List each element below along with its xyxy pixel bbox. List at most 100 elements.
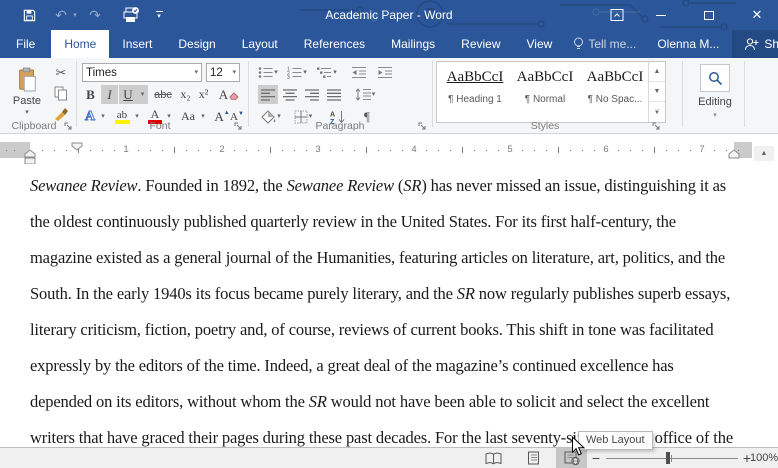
shading-button[interactable]: ▾ — [258, 107, 284, 126]
text-effects-button[interactable]: A — [82, 107, 98, 126]
tab-view[interactable]: View — [514, 30, 566, 58]
styles-scroll-down[interactable]: ▼ — [649, 82, 665, 102]
grow-font-label: A — [214, 109, 223, 125]
clipboard-dialog-launcher[interactable] — [64, 122, 73, 131]
tab-references[interactable]: References — [291, 30, 378, 58]
document-line[interactable]: expressly by the editors of the time. In… — [30, 356, 750, 378]
scroll-up-button[interactable]: ▲ — [754, 146, 774, 161]
tab-review[interactable]: Review — [448, 30, 513, 58]
paragraph-dialog-launcher[interactable] — [418, 122, 427, 131]
subscript-button[interactable]: x₂ — [177, 85, 194, 104]
clear-formatting-button[interactable]: A — [218, 85, 240, 104]
share-person-icon — [744, 37, 759, 51]
close-button[interactable]: ✕ — [744, 0, 770, 30]
shrink-font-label: A — [230, 111, 238, 123]
ruler-tick — [582, 150, 583, 151]
ruler-tick — [546, 150, 547, 151]
zoom-slider-thumb[interactable] — [666, 452, 670, 464]
font-name-combobox[interactable]: Times ▾ — [82, 63, 202, 82]
document-line[interactable]: depended on its editors, without whom th… — [30, 392, 750, 414]
underline-button[interactable]: U — [119, 85, 137, 104]
first-line-indent-marker[interactable] — [71, 142, 83, 151]
cut-button[interactable]: ✂ — [50, 64, 72, 82]
ruler-tick — [630, 150, 631, 151]
justify-button[interactable] — [324, 85, 344, 104]
superscript-button[interactable]: x² — [195, 85, 212, 104]
numbering-button[interactable]: 123 ▾ — [284, 63, 310, 82]
read-mode-button[interactable] — [478, 448, 509, 468]
account-name[interactable]: Olenna M... — [644, 30, 732, 58]
editing-dropdown[interactable]: ▾ — [708, 109, 722, 121]
line-spacing-icon — [355, 88, 371, 101]
tab-insert[interactable]: Insert — [109, 30, 165, 58]
styles-scroll-up[interactable]: ▲ — [649, 62, 665, 82]
document-line[interactable]: literary criticism, fiction, poetry and,… — [30, 320, 750, 342]
document-line[interactable]: South. In the early 1940s its focus beca… — [30, 284, 750, 306]
ribbon-display-options-button[interactable] — [604, 0, 630, 30]
copy-button[interactable] — [50, 84, 72, 102]
document-line[interactable]: Sewanee Review. Founded in 1892, the Sew… — [30, 176, 750, 198]
increase-indent-button[interactable] — [374, 63, 396, 82]
underline-dropdown[interactable]: ▾ — [137, 85, 148, 104]
print-layout-button[interactable] — [518, 448, 549, 468]
chevron-down-icon: ▾ — [274, 69, 278, 76]
style-no-spacing[interactable]: AaBbCcI ¶ No Spac... — [583, 69, 647, 119]
right-indent-marker[interactable] — [728, 149, 740, 159]
editing-button[interactable] — [700, 64, 730, 92]
chevron-down-icon: ▾ — [232, 69, 236, 76]
chevron-down-icon: ▾ — [167, 113, 171, 120]
scissors-icon: ✂ — [56, 65, 67, 81]
ruler[interactable]: 1234567 — [0, 134, 752, 164]
document-line[interactable]: the oldest continuously published quarte… — [30, 212, 750, 234]
font-dialog-launcher[interactable] — [234, 122, 243, 131]
ruler-tick — [570, 150, 571, 151]
strikethrough-button[interactable]: abc — [151, 85, 175, 104]
ruler-tick — [534, 150, 535, 151]
chevron-down-icon: ▾ — [333, 69, 337, 76]
style-normal[interactable]: AaBbCcI ¶ Normal — [513, 69, 577, 119]
align-right-button[interactable] — [302, 85, 322, 104]
tab-design[interactable]: Design — [165, 30, 228, 58]
paste-clipboard-icon — [16, 67, 38, 93]
style-heading1[interactable]: AaBbCcI ¶ Heading 1 — [443, 69, 507, 119]
tab-file[interactable]: File — [0, 30, 51, 58]
ruler-halfinch-tick — [366, 147, 367, 153]
minimize-button[interactable] — [648, 0, 674, 30]
vertical-scrollbar[interactable]: ▲ — [752, 134, 778, 447]
tell-me-box[interactable]: Tell me... — [565, 30, 644, 58]
bullets-button[interactable]: ▾ — [256, 63, 280, 82]
styles-gallery-more[interactable]: ▼ — [649, 102, 665, 122]
editing-label: Editing — [686, 96, 744, 109]
share-button[interactable]: Share — [732, 30, 778, 58]
maximize-button[interactable] — [696, 0, 722, 30]
document-page[interactable]: Sewanee Review. Founded in 1892, the Sew… — [0, 164, 752, 447]
font-color-label: A — [151, 109, 160, 120]
line-spacing-button[interactable]: ▾ — [352, 85, 378, 104]
grow-font-button[interactable]: A ▲ — [214, 107, 230, 126]
tab-home[interactable]: Home — [51, 30, 109, 58]
italic-button[interactable]: I — [101, 85, 118, 104]
ruler-tick — [330, 150, 331, 151]
text-effects-dropdown[interactable]: ▾ — [98, 107, 108, 126]
ruler-tick — [246, 150, 247, 151]
bold-button[interactable]: B — [82, 85, 99, 104]
tab-mailings[interactable]: Mailings — [378, 30, 448, 58]
zoom-slider-track[interactable] — [606, 458, 738, 459]
styles-dialog-launcher[interactable] — [652, 122, 661, 131]
text-run: expressly by the editors of the time. In… — [30, 356, 674, 375]
close-icon: ✕ — [752, 7, 763, 23]
text-run-italic: SR — [309, 392, 327, 411]
tab-layout[interactable]: Layout — [229, 30, 291, 58]
align-left-button[interactable] — [258, 85, 278, 104]
shrink-arrow-icon: ▼ — [238, 111, 244, 117]
zoom-out-button[interactable]: − — [588, 448, 604, 468]
align-center-button[interactable] — [280, 85, 300, 104]
tell-me-label: Tell me... — [588, 37, 636, 51]
decrease-indent-button[interactable] — [348, 63, 370, 82]
document-line[interactable]: magazine existed as a general journal of… — [30, 248, 750, 270]
font-size-combobox[interactable]: 12 ▾ — [206, 63, 240, 82]
zoom-level[interactable]: 100% — [750, 448, 778, 468]
multilevel-list-button[interactable]: ▾ — [314, 63, 340, 82]
paste-button[interactable]: Paste ▾ — [6, 62, 48, 120]
ruler-tick — [714, 150, 715, 151]
